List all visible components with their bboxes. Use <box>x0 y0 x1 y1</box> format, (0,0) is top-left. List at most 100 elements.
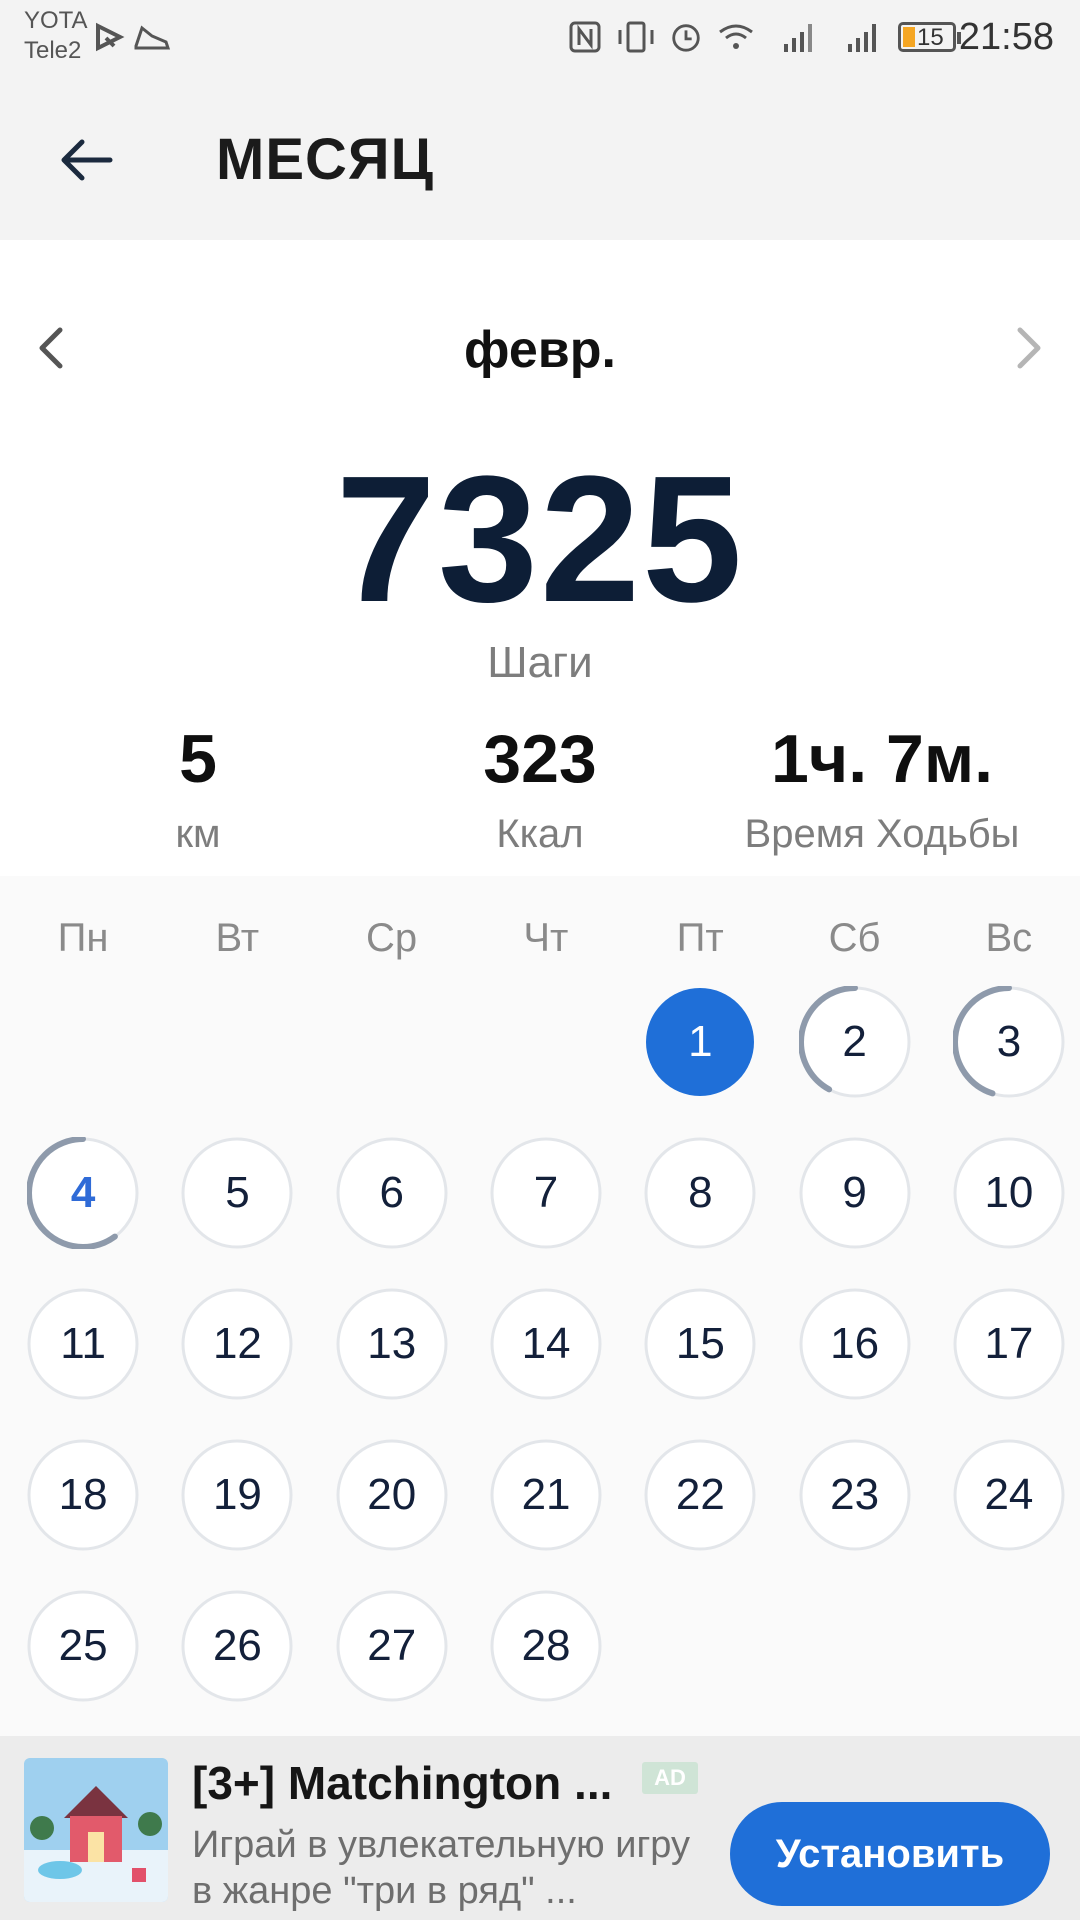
status-bar: YOTA Tele2 15 21:58 <box>0 0 1080 80</box>
battery-icon: 15 <box>898 22 961 52</box>
calendar-day[interactable]: 15 <box>644 1288 756 1400</box>
weekday-label: Вс <box>985 916 1033 960</box>
day-number: 8 <box>688 1168 713 1217</box>
day-number: 25 <box>58 1621 108 1670</box>
weekday-label: Сб <box>828 916 881 960</box>
calendar-day[interactable]: 3 <box>952 986 1065 1098</box>
calendar-day[interactable]: 19 <box>181 1439 293 1551</box>
day-number: 4 <box>70 1168 96 1217</box>
calendar-day[interactable]: 18 <box>27 1439 139 1551</box>
calendar-day[interactable]: 10 <box>953 1137 1065 1249</box>
day-number: 13 <box>367 1319 417 1368</box>
weekday-label: Пт <box>676 916 724 960</box>
game-artwork-image <box>24 1758 168 1902</box>
calendar-day[interactable]: 16 <box>799 1288 911 1400</box>
weekday-label: Пн <box>57 916 109 960</box>
calendar-day[interactable]: 4 <box>27 1137 140 1249</box>
month-label: февр. <box>464 321 616 379</box>
signal-icon <box>848 24 876 52</box>
day-number: 17 <box>984 1319 1034 1368</box>
weekday-label: Вт <box>215 916 260 960</box>
day-number: 7 <box>533 1168 559 1217</box>
day-number: 28 <box>521 1621 571 1670</box>
walk-time-label: Время Ходьбы <box>744 812 1020 856</box>
ad-banner[interactable]: [3+] Matchington ... AD Играй в увлекате… <box>0 1736 1080 1920</box>
stat-walk-time: 1ч. 7м. Время Ходьбы <box>702 720 1062 857</box>
next-month-button[interactable] <box>998 318 1058 378</box>
day-number: 1 <box>688 1017 713 1066</box>
weekday-label: Ср <box>366 916 418 960</box>
calendar-day[interactable]: 11 <box>27 1288 139 1400</box>
calendar-day[interactable]: 13 <box>336 1288 448 1400</box>
ad-thumbnail[interactable] <box>24 1758 168 1902</box>
calendar-day[interactable]: 7 <box>490 1137 602 1249</box>
stat-distance: 5 км <box>18 720 378 857</box>
month-summary: февр. 7325 Шаги 5 км 323 Ккал 1ч. 7м. Вр… <box>0 240 1080 876</box>
wifi-icon <box>719 24 753 49</box>
shoe-icon <box>134 25 171 50</box>
distance-label: км <box>175 812 221 856</box>
chevron-right-icon <box>1017 327 1041 369</box>
day-number: 23 <box>830 1470 880 1519</box>
day-number: 14 <box>521 1319 571 1368</box>
day-number: 11 <box>60 1319 106 1368</box>
calendar-day[interactable]: 27 <box>336 1590 448 1702</box>
steps-label: Шаги <box>487 638 593 687</box>
carrier-1: YOTA <box>24 7 88 34</box>
ad-badge: AD <box>642 1762 698 1794</box>
day-number: 24 <box>984 1470 1034 1519</box>
clock: 21:58 <box>958 16 1054 58</box>
day-number: 27 <box>367 1621 417 1670</box>
calendar-day[interactable]: 28 <box>490 1590 602 1702</box>
calendar-day[interactable]: 12 <box>181 1288 293 1400</box>
day-number: 3 <box>996 1017 1022 1066</box>
day-number: 15 <box>675 1319 725 1368</box>
calendar-day[interactable]: 26 <box>181 1590 293 1702</box>
calendar-day[interactable]: 23 <box>799 1439 911 1551</box>
app-bar: МЕСЯЦ <box>0 80 1080 240</box>
calendar-day[interactable]: 21 <box>490 1439 602 1551</box>
distance-value: 5 <box>179 721 217 797</box>
day-number: 21 <box>521 1470 571 1519</box>
day-number: 19 <box>212 1470 262 1519</box>
day-number: 5 <box>225 1168 250 1217</box>
calendar-day[interactable]: 1 <box>644 986 756 1098</box>
calendar-day[interactable]: 5 <box>181 1137 293 1249</box>
arrow-left-icon <box>61 139 113 181</box>
day-number: 26 <box>212 1621 262 1670</box>
steps-count: 7325 <box>335 439 745 640</box>
calendar-day[interactable]: 20 <box>336 1439 448 1551</box>
carrier-2: Tele2 <box>24 37 82 64</box>
alarm-icon <box>672 24 700 52</box>
calendar-day[interactable]: 22 <box>644 1439 756 1551</box>
calendar-day[interactable]: 24 <box>953 1439 1065 1551</box>
vibrate-icon <box>618 21 654 53</box>
nfc-icon <box>569 21 601 53</box>
weekday-label: Чт <box>523 916 569 960</box>
calendar-day[interactable]: 9 <box>799 1137 911 1249</box>
carrier-info: YOTA Tele2 <box>24 6 88 66</box>
day-number: 10 <box>984 1168 1034 1217</box>
day-number: 9 <box>842 1168 867 1217</box>
stat-calories: 323 Ккал <box>360 720 720 857</box>
day-number: 20 <box>367 1470 417 1519</box>
calendar-day[interactable]: 17 <box>953 1288 1065 1400</box>
day-number: 16 <box>830 1319 880 1368</box>
install-button[interactable]: Установить <box>730 1802 1050 1906</box>
battery-level: 15 <box>917 24 944 51</box>
calendar-day[interactable]: 8 <box>644 1137 756 1249</box>
back-button[interactable] <box>48 120 128 200</box>
day-number: 6 <box>379 1168 404 1217</box>
play-icon <box>96 22 125 52</box>
calendar: Пн Вт Ср Чт Пт Сб Вс 1 2 3 4 5 6 7 8 9 10 11 12 13 14 15 16 17 1… <box>0 876 1080 1736</box>
day-number: 22 <box>675 1470 725 1519</box>
day-number: 18 <box>58 1470 108 1519</box>
ad-title: [3+] Matchington ... <box>192 1757 613 1809</box>
calendar-day[interactable]: 14 <box>490 1288 602 1400</box>
calendar-day[interactable]: 2 <box>798 986 911 1098</box>
calendar-day[interactable]: 6 <box>336 1137 448 1249</box>
calendar-day[interactable]: 25 <box>27 1590 139 1702</box>
signal-icon <box>784 24 812 52</box>
ad-description: Играй в увлекательную игру в жанре "три … <box>192 1824 691 1912</box>
walk-time-value: 1ч. 7м. <box>770 721 994 797</box>
